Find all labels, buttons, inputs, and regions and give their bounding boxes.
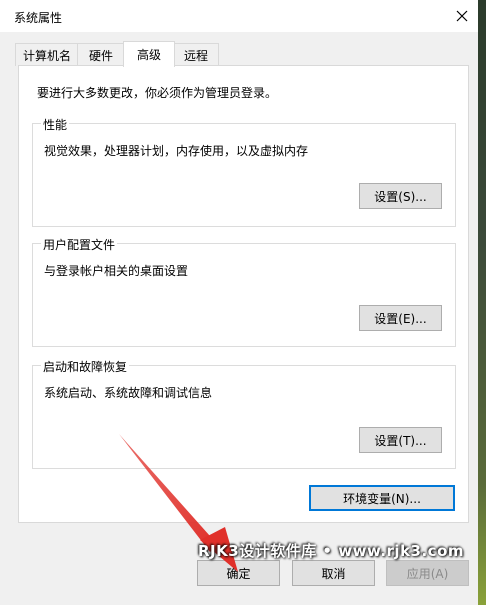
watermark-text: RJK3设计软件库 • www.rjk3.com [198,542,465,560]
tab-advanced[interactable]: 高级 [123,41,175,67]
annotation-arrow [119,434,238,572]
tab-label: 高级 [136,48,161,62]
